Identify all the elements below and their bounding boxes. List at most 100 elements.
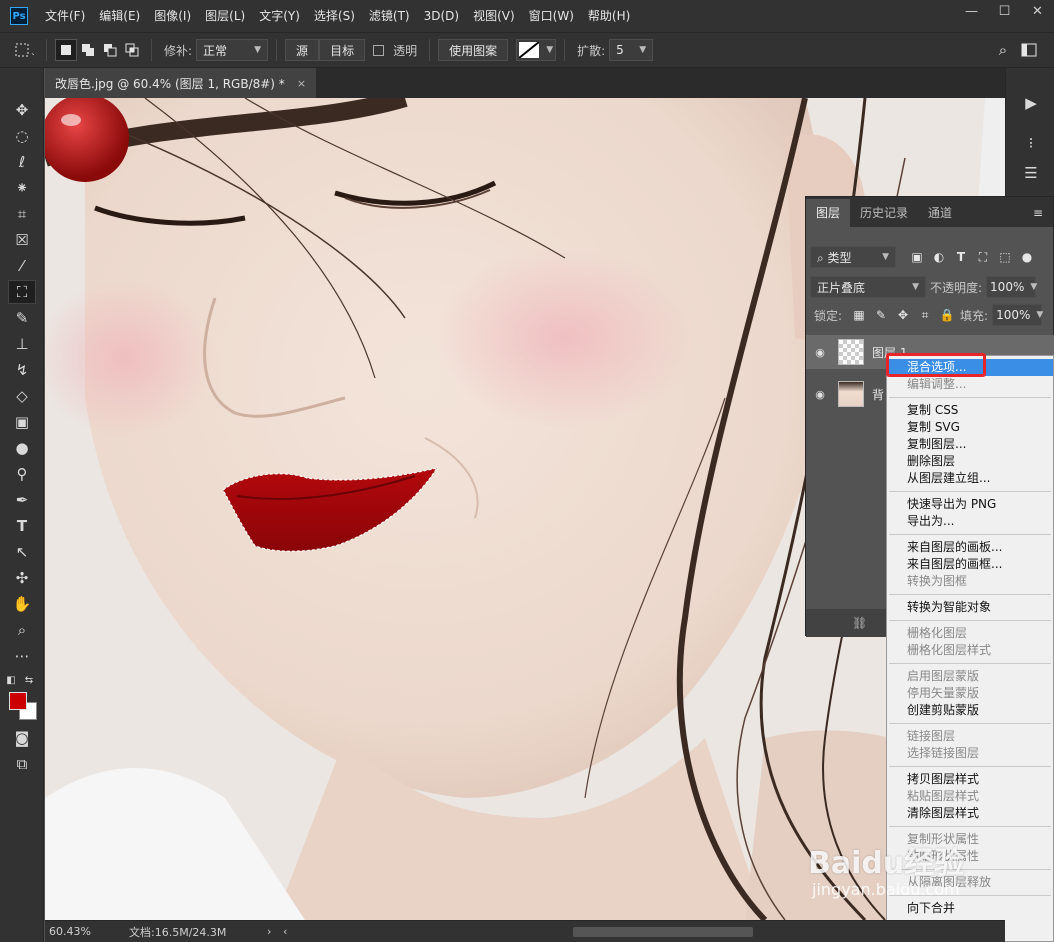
intersect-selection-icon[interactable] xyxy=(121,39,143,61)
type-filter-icon[interactable]: T xyxy=(952,248,970,266)
eraser-tool-icon[interactable]: ◇ xyxy=(8,384,36,408)
image-filter-icon[interactable]: ▣ xyxy=(908,248,926,266)
menu-item[interactable]: 帮助(H) xyxy=(581,0,637,32)
menu-item[interactable]: 文件(F) xyxy=(38,0,92,32)
swap-colors-icon[interactable]: ⇆ xyxy=(22,668,36,692)
transparent-checkbox[interactable] xyxy=(373,44,385,56)
quick-select-tool-icon[interactable]: ⁕ xyxy=(8,176,36,200)
path-select-tool-icon[interactable]: ↖ xyxy=(8,540,36,564)
tab-layers[interactable]: 图层 xyxy=(806,199,851,227)
filter-kind-dropdown[interactable]: ⌕ 类型 ▼ xyxy=(810,246,896,268)
context-menu-item[interactable]: 导出为... xyxy=(887,513,1053,530)
brush-settings-icon[interactable]: ⁝ xyxy=(1018,132,1044,154)
lock-artboard-icon[interactable]: ⌗ xyxy=(916,306,934,324)
lasso-tool-icon[interactable]: ℓ xyxy=(8,150,36,174)
patch-tool-icon[interactable]: ⛶ xyxy=(8,280,36,304)
zoom-tool-icon[interactable]: ⌕ xyxy=(8,618,36,642)
minimize-button[interactable]: — xyxy=(955,0,988,22)
menu-item[interactable]: 编辑(E) xyxy=(92,0,147,32)
opacity-field[interactable]: 100% ▼ xyxy=(986,276,1037,298)
brush-tool-icon[interactable]: ✎ xyxy=(8,306,36,330)
context-menu-item[interactable]: 混合选项... xyxy=(887,359,1053,376)
context-menu-item[interactable]: 清除图层样式 xyxy=(887,805,1053,822)
shape-filter-icon[interactable]: ⛶ xyxy=(974,248,992,266)
menu-item[interactable]: 滤镜(T) xyxy=(362,0,417,32)
move-tool-icon[interactable]: ✥ xyxy=(8,98,36,122)
diffusion-dropdown[interactable]: 5 ▼ xyxy=(609,39,654,61)
panel-menu-icon[interactable]: ≡ xyxy=(1023,199,1053,227)
context-menu-item[interactable]: 创建剪贴蒙版 xyxy=(887,702,1053,719)
menu-item[interactable]: 图层(L) xyxy=(198,0,252,32)
close-icon[interactable]: × xyxy=(297,77,306,90)
context-menu-item[interactable]: 删除图层 xyxy=(887,453,1053,470)
context-menu-item[interactable]: 复制 SVG xyxy=(887,419,1053,436)
menu-item[interactable]: 视图(V) xyxy=(466,0,522,32)
new-selection-icon[interactable] xyxy=(55,39,77,61)
blur-tool-icon[interactable]: ● xyxy=(8,436,36,460)
document-tab[interactable]: 改唇色.jpg @ 60.4% (图层 1, RGB/8#) * × xyxy=(45,68,317,98)
context-menu-item[interactable]: 拷贝图层样式 xyxy=(887,771,1053,788)
blend-mode-dropdown[interactable]: 正片叠底 ▼ xyxy=(810,276,926,298)
scroll-left-arrow[interactable]: ‹ xyxy=(283,925,299,938)
context-menu-item[interactable]: 快速导出为 PNG xyxy=(887,496,1053,513)
frame-tool-icon[interactable]: ☒ xyxy=(8,228,36,252)
quick-mask-icon[interactable]: ◙ xyxy=(8,726,36,750)
eye-icon[interactable]: ◉ xyxy=(806,388,834,401)
play-icon[interactable]: ▶ xyxy=(1018,92,1044,114)
fill-field[interactable]: 100% ▼ xyxy=(992,304,1043,326)
dodge-tool-icon[interactable]: ⚲ xyxy=(8,462,36,486)
horizontal-scrollbar[interactable] xyxy=(573,927,753,937)
context-menu-item[interactable]: 复制 CSS xyxy=(887,402,1053,419)
patch-tool-preset-icon[interactable]: ⌄ xyxy=(8,39,38,61)
eye-icon[interactable]: ◉ xyxy=(806,346,834,359)
history-brush-tool-icon[interactable]: ↯ xyxy=(8,358,36,382)
lock-position-icon[interactable]: ✥ xyxy=(894,306,912,324)
marquee-tool-icon[interactable]: ◌ xyxy=(8,124,36,148)
workspace-icon[interactable] xyxy=(1016,39,1042,61)
smart-object-filter-icon[interactable]: ⬚ xyxy=(996,248,1014,266)
menu-item[interactable]: 选择(S) xyxy=(307,0,362,32)
menu-item[interactable]: 窗口(W) xyxy=(522,0,581,32)
foreground-color-swatch[interactable] xyxy=(9,692,27,710)
link-layers-icon[interactable]: ⛓ xyxy=(852,616,867,630)
menu-item[interactable]: 3D(D) xyxy=(417,0,466,32)
target-button[interactable]: 目标 xyxy=(319,39,366,61)
use-pattern-button[interactable]: 使用图案 xyxy=(438,39,509,61)
repair-mode-dropdown[interactable]: 正常 ▼ xyxy=(196,39,269,61)
hand-tool-icon[interactable]: ✋ xyxy=(8,592,36,616)
context-menu-item[interactable]: 转换为智能对象 xyxy=(887,599,1053,616)
context-menu-item[interactable]: 复制图层... xyxy=(887,436,1053,453)
subtract-selection-icon[interactable] xyxy=(99,39,121,61)
source-button[interactable]: 源 xyxy=(285,39,320,61)
context-menu-item[interactable]: 来自图层的画板... xyxy=(887,539,1053,556)
lock-image-icon[interactable]: ✎ xyxy=(872,306,890,324)
screen-mode-icon[interactable]: ⧉ xyxy=(8,752,36,776)
context-menu-item[interactable]: 从图层建立组... xyxy=(887,470,1053,487)
adjustment-filter-icon[interactable]: ◐ xyxy=(930,248,948,266)
zoom-level[interactable]: 60.43% xyxy=(49,925,129,938)
context-menu-item[interactable]: 向下合并 xyxy=(887,900,1053,917)
pen-tool-icon[interactable]: ✒ xyxy=(8,488,36,512)
more-tools-icon[interactable]: ⋯ xyxy=(8,644,36,668)
tab-channels[interactable]: 通道 xyxy=(918,199,962,227)
pattern-picker[interactable]: ▼ xyxy=(516,39,557,61)
close-button[interactable]: ✕ xyxy=(1021,0,1054,22)
adjustments-icon[interactable]: ☰ xyxy=(1018,162,1044,184)
maximize-button[interactable]: ☐ xyxy=(988,0,1021,22)
tab-history[interactable]: 历史记录 xyxy=(850,199,918,227)
type-tool-icon[interactable]: T xyxy=(8,514,36,538)
eyedropper-tool-icon[interactable]: ⁄ xyxy=(8,254,36,278)
search-icon[interactable]: ⌕ xyxy=(990,39,1016,61)
filter-toggle-icon[interactable]: ● xyxy=(1018,248,1036,266)
add-selection-icon[interactable] xyxy=(77,39,99,61)
context-menu-item[interactable]: 来自图层的画框... xyxy=(887,556,1053,573)
menu-item[interactable]: 图像(I) xyxy=(147,0,198,32)
gradient-tool-icon[interactable]: ▣ xyxy=(8,410,36,434)
stamp-tool-icon[interactable]: ⊥ xyxy=(8,332,36,356)
shape-tool-icon[interactable]: ✣ xyxy=(8,566,36,590)
lock-transparent-icon[interactable]: ▦ xyxy=(850,306,868,324)
crop-tool-icon[interactable]: ⌗ xyxy=(8,202,36,226)
default-colors-icon[interactable]: ◧ xyxy=(4,668,18,692)
lock-all-icon[interactable]: 🔒 xyxy=(938,306,956,324)
menu-item[interactable]: 文字(Y) xyxy=(252,0,307,32)
